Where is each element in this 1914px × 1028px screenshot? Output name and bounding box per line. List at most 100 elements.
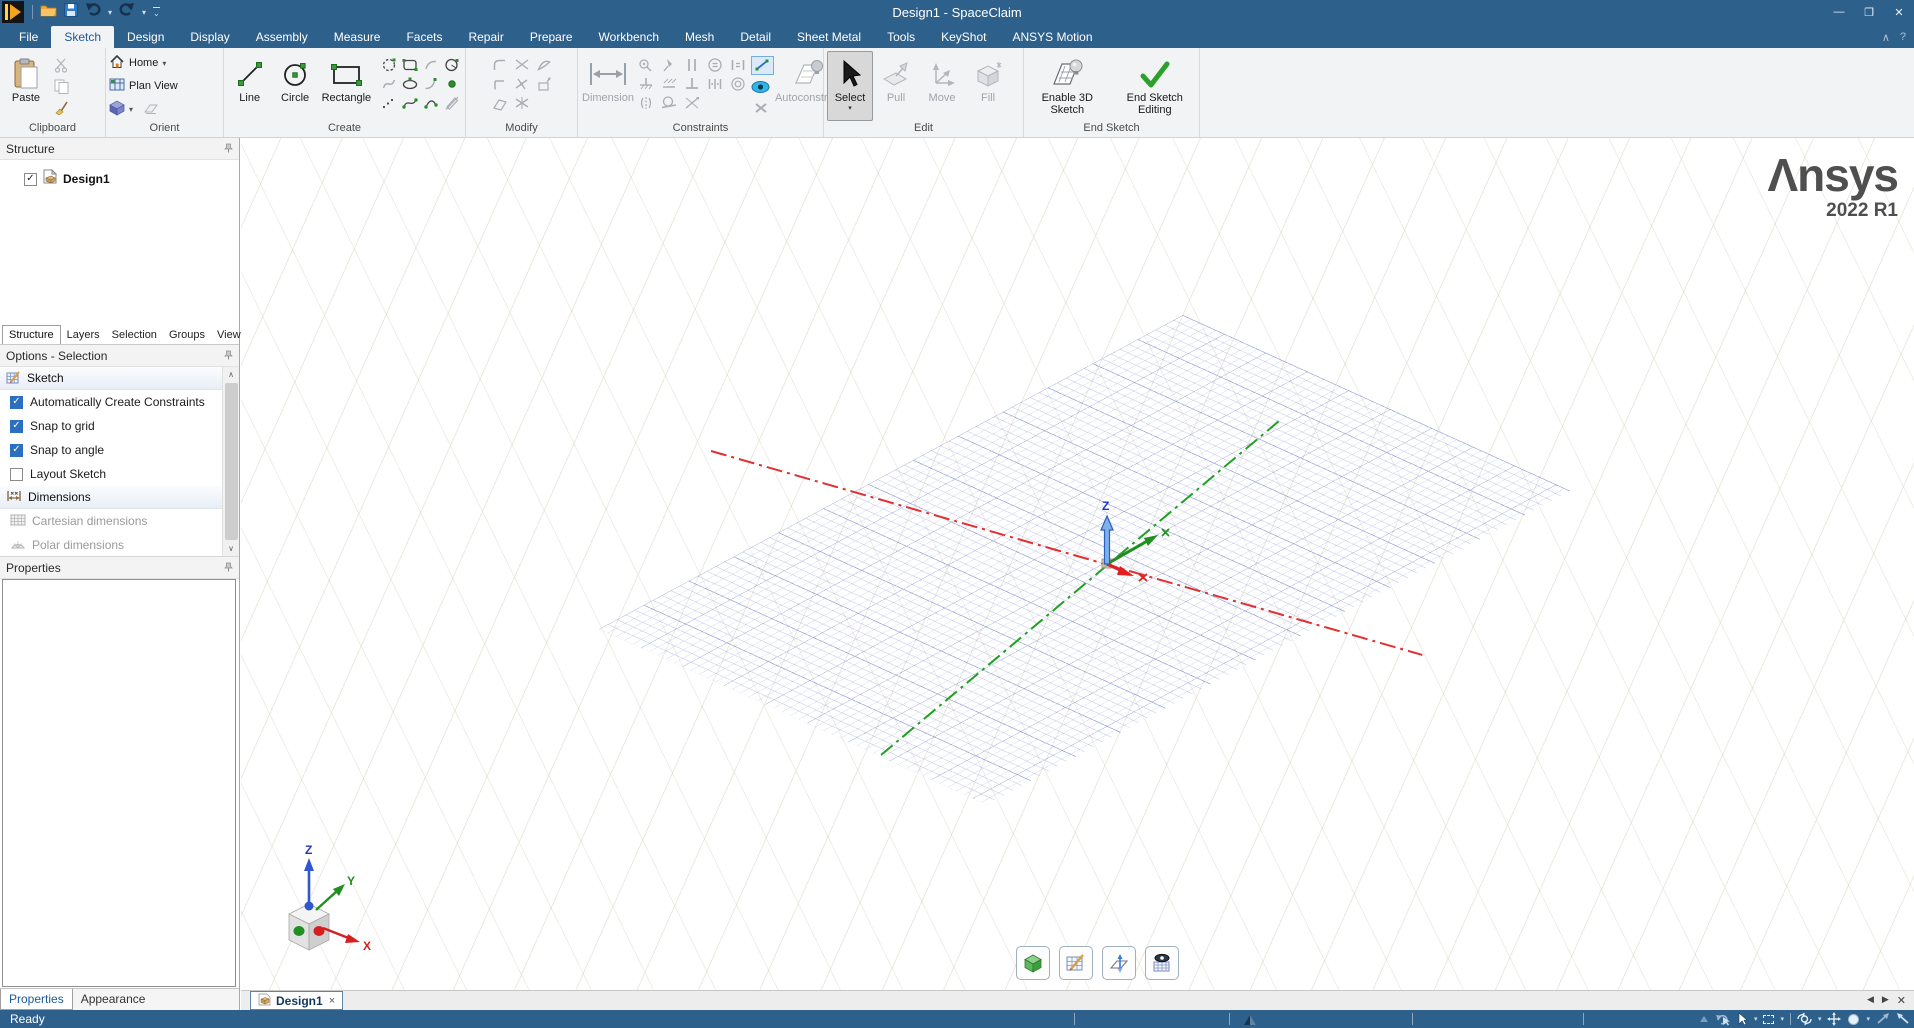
tab-scroll-left-icon[interactable]: ◀ <box>1867 994 1874 1007</box>
qat-customize-icon[interactable]: ⌄ <box>153 7 160 18</box>
sketch-mode-button[interactable] <box>1059 946 1093 980</box>
move-button[interactable]: Move <box>919 51 965 121</box>
select-dropdown-icon[interactable]: ▾ <box>848 104 852 112</box>
tree-item-design1[interactable]: ✓ Design1 <box>0 160 239 189</box>
tab-display[interactable]: Display <box>177 26 242 48</box>
select-tool-dropdown-icon[interactable]: ▾ <box>1754 1015 1758 1023</box>
orbit-dropdown-icon[interactable]: ▾ <box>1818 1015 1822 1023</box>
close-button[interactable]: ✕ <box>1884 0 1914 24</box>
split-curve-icon[interactable] <box>513 76 531 97</box>
undo-view-icon[interactable] <box>1715 1013 1731 1026</box>
undo-icon[interactable] <box>85 2 101 22</box>
snap-to-angle-checkbox[interactable]: ✓ <box>10 444 23 457</box>
constraint-visibility-icon[interactable] <box>751 78 771 96</box>
ellipse-icon[interactable] <box>401 76 419 97</box>
bend-icon[interactable] <box>491 95 509 116</box>
box-select-icon[interactable] <box>1763 1015 1774 1024</box>
open-icon[interactable] <box>40 3 57 22</box>
pan-icon[interactable] <box>1827 1012 1841 1026</box>
tangent-arc-icon[interactable] <box>422 76 440 97</box>
statusbar-expand-icon[interactable] <box>1699 1015 1709 1023</box>
tab-mesh[interactable]: Mesh <box>672 26 727 48</box>
help-icon[interactable]: ? <box>1900 31 1906 44</box>
auto-constraints-checkbox[interactable]: ✓ <box>10 396 23 409</box>
spaceclaim-app-icon[interactable] <box>2 1 24 23</box>
scroll-down-icon[interactable]: ∨ <box>223 541 239 556</box>
maximize-button[interactable]: ❐ <box>1854 0 1884 24</box>
tab-sketch[interactable]: Sketch <box>51 26 114 48</box>
sweep-arc-icon[interactable] <box>422 57 440 78</box>
perpendicular-constraint-icon[interactable] <box>683 76 701 97</box>
section-mode-button[interactable] <box>1102 946 1136 980</box>
circle-button[interactable]: Circle <box>272 51 317 121</box>
dimensions-options-section[interactable]: Dimensions <box>0 486 222 509</box>
delete-constraint-icon[interactable] <box>751 99 771 117</box>
symmetry-constraint-icon[interactable] <box>637 95 655 116</box>
tab-sheet-metal[interactable]: Sheet Metal <box>784 26 874 48</box>
grid-visibility-button[interactable] <box>1145 946 1179 980</box>
option-cartesian-dimensions[interactable]: Cartesian dimensions <box>0 509 222 533</box>
pin-icon[interactable] <box>224 349 233 363</box>
document-tab-design1[interactable]: Design1 × <box>250 991 343 1010</box>
snap-view-icon[interactable] <box>143 101 159 118</box>
tab-keyshot[interactable]: KeyShot <box>928 26 999 48</box>
format-painter-icon[interactable] <box>51 98 71 116</box>
midpoint-constraint-icon[interactable] <box>660 76 678 97</box>
polygon-icon[interactable] <box>443 57 461 78</box>
three-point-arc-icon[interactable] <box>422 95 440 116</box>
minimize-button[interactable]: — <box>1824 0 1854 24</box>
view-orientation-icon[interactable] <box>109 100 125 119</box>
document-tab-close-icon[interactable]: × <box>329 995 335 1007</box>
option-polar-dimensions[interactable]: Polar dimensions <box>0 533 222 557</box>
undo-dropdown-icon[interactable]: ▾ <box>108 8 112 17</box>
construction-line-icon[interactable] <box>380 95 398 116</box>
layout-sketch-checkbox[interactable] <box>10 468 23 481</box>
snap-to-grid-checkbox[interactable]: ✓ <box>10 420 23 433</box>
tab-scroll-right-icon[interactable]: ▶ <box>1882 994 1889 1007</box>
line-button[interactable]: Line <box>227 51 272 121</box>
coincident-constraint-icon[interactable] <box>637 57 655 78</box>
offset-icon[interactable] <box>513 95 531 116</box>
project-to-sketch-icon[interactable] <box>535 76 553 97</box>
parallel-constraint-icon[interactable] <box>683 57 701 78</box>
redo-icon[interactable] <box>119 2 135 22</box>
cut-icon[interactable] <box>51 56 71 74</box>
tab-file[interactable]: File <box>6 26 51 48</box>
rounded-rectangle-icon[interactable] <box>401 57 419 78</box>
copy-icon[interactable] <box>51 77 71 95</box>
tab-design[interactable]: Design <box>114 26 177 48</box>
tab-prepare[interactable]: Prepare <box>517 26 586 48</box>
scrollbar-thumb[interactable] <box>225 383 238 540</box>
zoom-dropdown-icon[interactable]: ▾ <box>1866 1015 1870 1023</box>
zoom-icon[interactable] <box>1847 1013 1860 1026</box>
pin-icon[interactable] <box>224 561 233 575</box>
box-select-dropdown-icon[interactable]: ▾ <box>1780 1015 1784 1023</box>
view-orientation-triad[interactable]: Z Y X <box>261 828 391 958</box>
panel-tab-groups[interactable]: Groups <box>163 326 211 344</box>
fill-button[interactable]: Fill <box>965 51 1011 121</box>
option-layout-sketch[interactable]: Layout Sketch <box>0 462 222 486</box>
panel-tab-selection[interactable]: Selection <box>106 326 163 344</box>
design1-visibility-checkbox[interactable]: ✓ <box>24 173 37 186</box>
plan-view-button[interactable]: Plan View <box>109 76 178 97</box>
tab-workbench[interactable]: Workbench <box>586 26 672 48</box>
tab-detail[interactable]: Detail <box>727 26 784 48</box>
minimize-ribbon-icon[interactable]: ∧ <box>1882 31 1890 44</box>
panel-tab-structure[interactable]: Structure <box>2 325 61 344</box>
tab-measure[interactable]: Measure <box>321 26 394 48</box>
pull-button[interactable]: Pull <box>873 51 919 121</box>
options-scrollbar[interactable]: ∧ ∨ <box>222 367 239 556</box>
scroll-up-icon[interactable]: ∧ <box>223 367 239 382</box>
solid-mode-button[interactable] <box>1016 946 1050 980</box>
construction-circle-icon[interactable] <box>380 57 398 78</box>
orbit-icon[interactable] <box>1797 1012 1812 1026</box>
tab-repair[interactable]: Repair <box>455 26 516 48</box>
canvas-viewport[interactable]: Z Λnsys 2022 R1 Z Y X <box>241 138 1914 990</box>
home-button[interactable]: Home ▾ <box>109 53 178 74</box>
spline-icon[interactable] <box>401 95 419 116</box>
sketch-options-section[interactable]: Sketch <box>0 367 222 390</box>
dimension-button[interactable]: Dimension <box>581 51 635 121</box>
fix-constraint-icon[interactable] <box>660 57 678 78</box>
bottom-tab-properties[interactable]: Properties <box>0 989 73 1010</box>
paste-button[interactable]: Paste <box>3 51 49 121</box>
